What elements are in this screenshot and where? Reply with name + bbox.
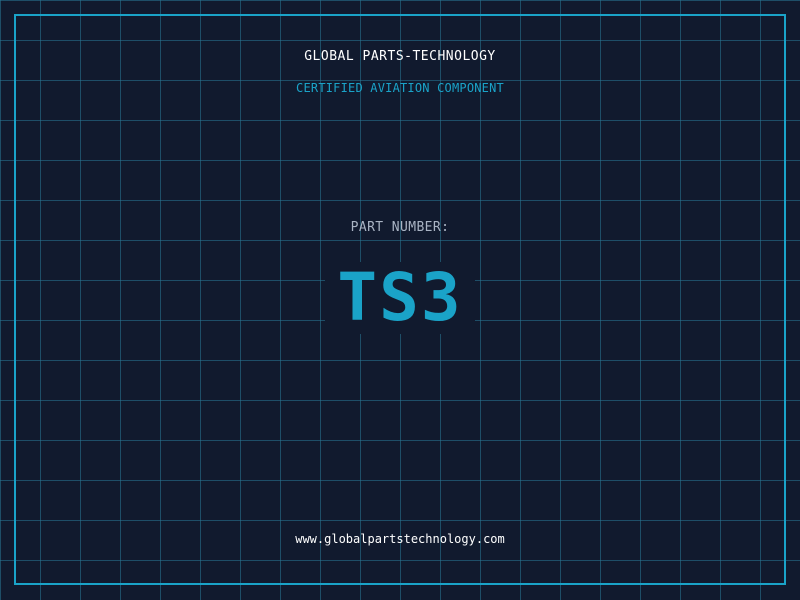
company-name: GLOBAL PARTS-TECHNOLOGY [304,49,496,64]
website-url: www.globalpartstechnology.com [295,532,505,546]
part-number-label: PART NUMBER: [350,220,450,235]
tagline: CERTIFIED AVIATION COMPONENT [296,81,504,95]
part-number-value: TS3 [337,259,463,336]
label-card: GLOBAL PARTS-TECHNOLOGY CERTIFIED AVIATI… [0,0,800,600]
